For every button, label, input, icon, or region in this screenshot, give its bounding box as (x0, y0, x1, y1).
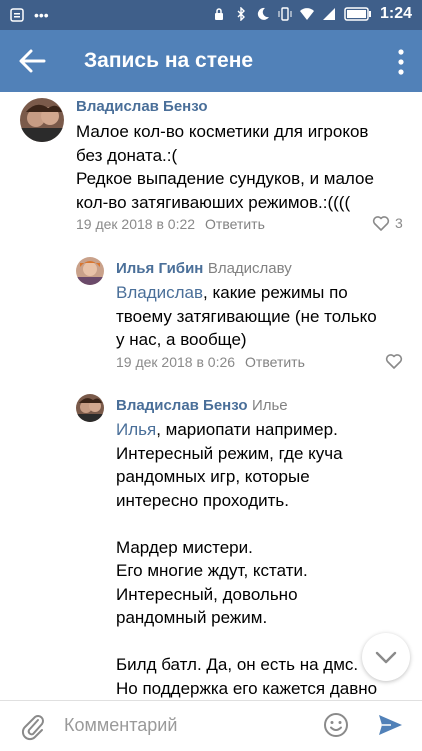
comment-author[interactable]: Владислав Бензо (76, 98, 207, 115)
emoji-icon[interactable] (322, 711, 350, 739)
more-menu-icon[interactable] (394, 48, 408, 76)
avatar[interactable] (20, 98, 64, 142)
heart-icon (385, 354, 403, 369)
more-notifications-icon: ••• (34, 7, 49, 23)
reply-to: Владиславу (207, 260, 292, 277)
battery-icon (344, 7, 371, 21)
bluetooth-icon (237, 7, 245, 21)
lock-rotation-icon (214, 8, 223, 20)
back-arrow-icon[interactable] (14, 45, 50, 77)
vibrate-icon (278, 7, 292, 21)
avatar-photo (76, 257, 104, 285)
send-icon[interactable] (376, 711, 404, 739)
comment: Владислав Бензо Илье Илья, мариопати нап… (0, 390, 422, 700)
app-bar: Запись на стене (0, 30, 422, 92)
avatar-photo (20, 98, 64, 142)
status-bar: ••• 1:24 (0, 0, 422, 30)
paperclip-icon[interactable] (20, 711, 46, 741)
comment-text: Малое кол-во косметики для игроков без д… (76, 122, 374, 212)
avatar[interactable] (76, 257, 104, 285)
comment: Илья Гибин Владиславу Владислав, какие р… (0, 252, 422, 387)
heart-icon (372, 216, 390, 231)
mention-link[interactable]: Илья (116, 420, 156, 439)
comment-date: 19 дек 2018 в 0:22 (76, 216, 196, 232)
signal-icon (322, 8, 335, 20)
comment-author[interactable]: Илья Гибин (116, 260, 203, 277)
wifi-icon (299, 8, 314, 20)
mention-link[interactable]: Владислав (116, 283, 203, 302)
comment-date: 19 дек 2018 в 0:26 (116, 354, 236, 370)
comment-author[interactable]: Владислав Бензо (116, 397, 247, 414)
comment-input[interactable] (64, 711, 304, 739)
reply-button[interactable]: Ответить (205, 216, 265, 232)
like-button[interactable] (385, 353, 403, 369)
chevron-down-icon (375, 651, 397, 664)
comment-text: Владислав, какие режимы по твоему затяги… (116, 281, 416, 352)
comment-body: , мариопати например. Интересный режим, … (116, 420, 378, 698)
page-title: Запись на стене (84, 49, 254, 72)
comment-composer (0, 700, 422, 751)
do-not-disturb-icon (257, 7, 269, 20)
notification-icon (10, 8, 24, 22)
like-count: 3 (395, 215, 403, 231)
clock: 1:24 (379, 5, 412, 22)
reply-to: Илье (251, 397, 288, 414)
comment: Владислав Бензо Малое кол-во косметики д… (0, 92, 422, 242)
like-button[interactable]: 3 (372, 215, 403, 231)
avatar-photo (76, 394, 104, 422)
scroll-down-button[interactable] (362, 633, 410, 681)
reply-button[interactable]: Ответить (245, 354, 305, 370)
avatar[interactable] (76, 394, 104, 422)
